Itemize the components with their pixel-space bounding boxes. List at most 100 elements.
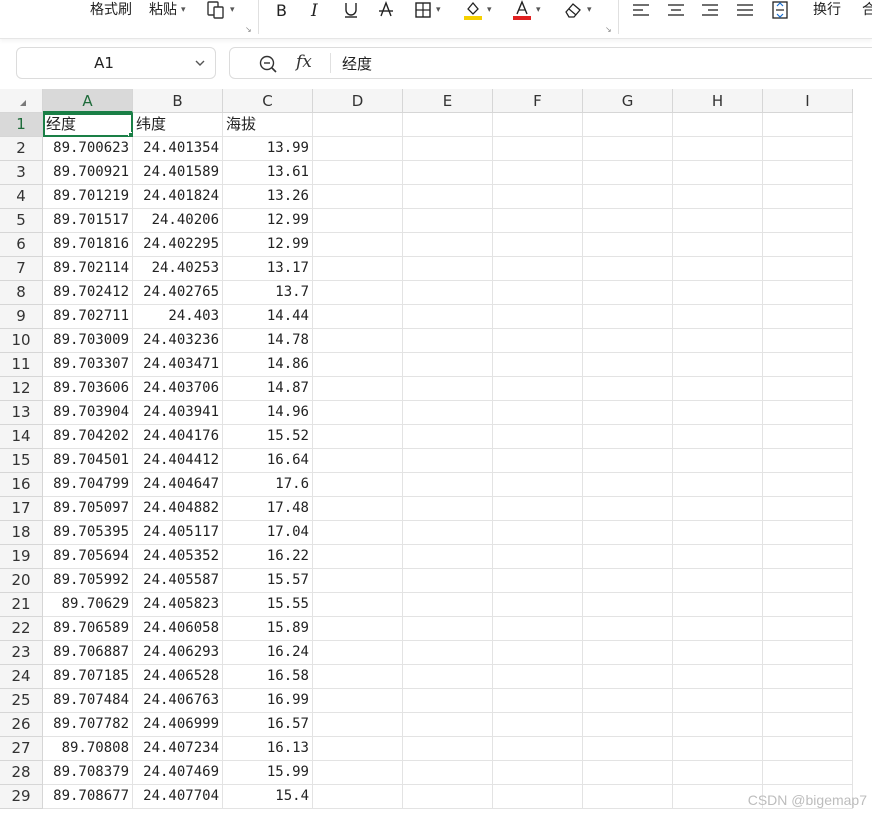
cell-h20[interactable] (673, 569, 763, 593)
row-header[interactable]: 15 (0, 449, 43, 473)
cell-f16[interactable] (493, 473, 583, 497)
cell-d9[interactable] (313, 305, 403, 329)
cell-b10[interactable]: 24.403236 (133, 329, 223, 353)
cell-b26[interactable]: 24.406999 (133, 713, 223, 737)
cell-d20[interactable] (313, 569, 403, 593)
cell-i13[interactable] (763, 401, 853, 425)
cell-d2[interactable] (313, 137, 403, 161)
cell-e21[interactable] (403, 593, 493, 617)
cell-a21[interactable]: 89.70629 (43, 593, 133, 617)
cell-i25[interactable] (763, 689, 853, 713)
cell-i6[interactable] (763, 233, 853, 257)
cell-i21[interactable] (763, 593, 853, 617)
cell-h18[interactable] (673, 521, 763, 545)
cell-h1[interactable] (673, 113, 763, 137)
cell-d25[interactable] (313, 689, 403, 713)
cell-h16[interactable] (673, 473, 763, 497)
column-header-g[interactable]: G (583, 89, 673, 113)
cell-e15[interactable] (403, 449, 493, 473)
cell-i12[interactable] (763, 377, 853, 401)
row-header[interactable]: 21 (0, 593, 43, 617)
cell-b5[interactable]: 24.40206 (133, 209, 223, 233)
cell-h14[interactable] (673, 425, 763, 449)
paste-button[interactable]: 粘贴 ▾ (149, 0, 186, 20)
row-header[interactable]: 10 (0, 329, 43, 353)
cell-d21[interactable] (313, 593, 403, 617)
cell-c27[interactable]: 16.13 (223, 737, 313, 761)
cell-c24[interactable]: 16.58 (223, 665, 313, 689)
cell-b17[interactable]: 24.404882 (133, 497, 223, 521)
cell-b19[interactable]: 24.405352 (133, 545, 223, 569)
cell-g9[interactable] (583, 305, 673, 329)
cell-g19[interactable] (583, 545, 673, 569)
cell-g29[interactable] (583, 785, 673, 809)
cell-e2[interactable] (403, 137, 493, 161)
cell-b22[interactable]: 24.406058 (133, 617, 223, 641)
formula-bar[interactable]: fx 经度 (229, 47, 872, 79)
row-header[interactable]: 16 (0, 473, 43, 497)
cell-h15[interactable] (673, 449, 763, 473)
cell-g25[interactable] (583, 689, 673, 713)
cell-f11[interactable] (493, 353, 583, 377)
cell-h25[interactable] (673, 689, 763, 713)
cell-e7[interactable] (403, 257, 493, 281)
column-header-f[interactable]: F (493, 89, 583, 113)
cell-i28[interactable] (763, 761, 853, 785)
cell-h5[interactable] (673, 209, 763, 233)
row-header[interactable]: 12 (0, 377, 43, 401)
formula-content[interactable]: 经度 (342, 53, 372, 74)
cell-g18[interactable] (583, 521, 673, 545)
cell-d5[interactable] (313, 209, 403, 233)
cell-c7[interactable]: 13.17 (223, 257, 313, 281)
cell-g27[interactable] (583, 737, 673, 761)
cell-c19[interactable]: 16.22 (223, 545, 313, 569)
cell-h12[interactable] (673, 377, 763, 401)
cell-i23[interactable] (763, 641, 853, 665)
align-left-button[interactable] (632, 0, 650, 20)
cell-c1[interactable]: 海拔 (223, 113, 313, 137)
cell-g20[interactable] (583, 569, 673, 593)
cell-a7[interactable]: 89.702114 (43, 257, 133, 281)
cell-d24[interactable] (313, 665, 403, 689)
cell-g10[interactable] (583, 329, 673, 353)
cell-i10[interactable] (763, 329, 853, 353)
cell-i26[interactable] (763, 713, 853, 737)
row-header[interactable]: 19 (0, 545, 43, 569)
cell-h4[interactable] (673, 185, 763, 209)
cell-f25[interactable] (493, 689, 583, 713)
cell-d28[interactable] (313, 761, 403, 785)
cell-f10[interactable] (493, 329, 583, 353)
cell-e6[interactable] (403, 233, 493, 257)
row-header[interactable]: 28 (0, 761, 43, 785)
cell-f18[interactable] (493, 521, 583, 545)
cell-b11[interactable]: 24.403471 (133, 353, 223, 377)
cell-b6[interactable]: 24.402295 (133, 233, 223, 257)
cell-c25[interactable]: 16.99 (223, 689, 313, 713)
select-all-corner[interactable] (0, 89, 43, 113)
cell-i8[interactable] (763, 281, 853, 305)
cell-f8[interactable] (493, 281, 583, 305)
cell-i14[interactable] (763, 425, 853, 449)
cell-c28[interactable]: 15.99 (223, 761, 313, 785)
cell-e13[interactable] (403, 401, 493, 425)
cell-f7[interactable] (493, 257, 583, 281)
cell-h6[interactable] (673, 233, 763, 257)
cell-a28[interactable]: 89.708379 (43, 761, 133, 785)
fill-color-button[interactable]: ▾ (463, 0, 492, 20)
cell-f19[interactable] (493, 545, 583, 569)
cell-h17[interactable] (673, 497, 763, 521)
cell-b21[interactable]: 24.405823 (133, 593, 223, 617)
cell-a26[interactable]: 89.707782 (43, 713, 133, 737)
cell-a10[interactable]: 89.703009 (43, 329, 133, 353)
cell-c17[interactable]: 17.48 (223, 497, 313, 521)
cell-a1[interactable]: 经度 (43, 113, 133, 137)
copy-button[interactable]: ▾ (206, 0, 235, 20)
cell-g1[interactable] (583, 113, 673, 137)
cell-d22[interactable] (313, 617, 403, 641)
cell-a16[interactable]: 89.704799 (43, 473, 133, 497)
cell-b24[interactable]: 24.406528 (133, 665, 223, 689)
cell-i7[interactable] (763, 257, 853, 281)
cell-i27[interactable] (763, 737, 853, 761)
cell-e19[interactable] (403, 545, 493, 569)
cell-h24[interactable] (673, 665, 763, 689)
